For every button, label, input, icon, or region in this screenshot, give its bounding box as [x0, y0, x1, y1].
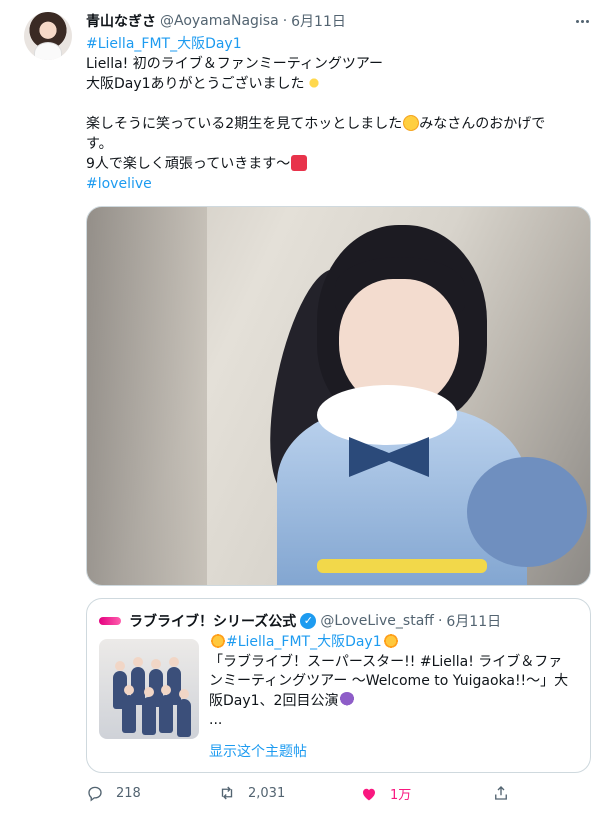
tweet-text: #Liella_FMT_大阪Day1 Liella! 初のライブ＆ファンミーティ… — [86, 34, 590, 194]
tweet-line-text: みなさんのおかげで — [419, 116, 546, 132]
tweet-line-text: 大阪Day1ありがとうございました — [86, 76, 305, 92]
tweet-line: 9人で楽しく頑張っていきます〜 — [86, 154, 590, 174]
hashtag-link[interactable]: #Liella_FMT_大阪Day1 — [226, 634, 382, 650]
share-button[interactable] — [492, 784, 510, 802]
tweet-photo[interactable] — [86, 206, 591, 586]
hashtag-link[interactable]: #Liella_FMT_大阪Day1 — [86, 34, 590, 54]
quoted-line: 阪Day1、2回目公演 — [209, 691, 585, 712]
star-emoji-icon — [210, 633, 226, 649]
octopus-emoji-icon — [339, 691, 356, 708]
avatar[interactable] — [24, 12, 72, 60]
tweet-date[interactable]: 6月11日 — [291, 11, 346, 31]
tweet-line: 楽しそうに笑っている2期生を見てホッとしました みなさんのおかげで — [86, 114, 590, 134]
retweet-icon — [221, 786, 233, 800]
gift-emoji-icon — [291, 155, 308, 171]
lovelive-logo-icon — [99, 617, 121, 625]
quoted-handle: @LoveLive_staff — [320, 613, 434, 629]
tweet-line: す。 — [86, 136, 113, 152]
quoted-line-text: 阪Day1、2回目公演 — [209, 692, 339, 709]
retweet-count: 2,031 — [248, 785, 286, 801]
reply-icon — [88, 786, 102, 802]
smiling-face-emoji-icon — [403, 115, 420, 131]
quoted-line: #Liella_FMT_大阪Day1 — [209, 633, 585, 653]
share-icon — [495, 786, 507, 800]
show-thread-link[interactable]: 显示这个主题帖 — [209, 741, 307, 761]
verified-badge-icon: ✓ — [300, 613, 317, 629]
star-emoji-icon — [382, 633, 399, 649]
quoted-line: 「ラブライブ！スーパースター!! #Liella! ライブ＆ファ — [209, 653, 563, 670]
action-bar: 218 2,031 1万 — [80, 784, 599, 804]
hashtag-link[interactable]: #lovelive — [86, 174, 590, 194]
separator-dot: · — [437, 613, 443, 629]
reply-count: 218 — [116, 785, 141, 801]
more-horizontal-icon[interactable] — [571, 12, 593, 30]
tweet-header: 青山なぎさ @AoyamaNagisa · 6月11日 — [86, 10, 346, 32]
quoted-tweet-header: ラブライブ！シリーズ公式 ✓ @LoveLive_staff · 6月11日 — [99, 611, 501, 631]
quoted-tweet[interactable]: ラブライブ！シリーズ公式 ✓ @LoveLive_staff · 6月11日 #… — [86, 598, 591, 773]
tweet: 青山なぎさ @AoyamaNagisa · 6月11日 #Liella_FMT_… — [0, 0, 599, 816]
heart-icon — [363, 788, 375, 800]
tweet-line: Liella! 初のライブ＆ファンミーティングツアー — [86, 56, 384, 72]
quoted-line: ンミーティングツアー ～Welcome to Yuigaoka!!～」大 — [209, 673, 569, 689]
tweet-line-text: 9人で楽しく頑張っていきます〜 — [86, 156, 291, 172]
tweet-line: 大阪Day1ありがとうございました — [86, 74, 590, 94]
reply-button[interactable]: 218 — [86, 784, 141, 802]
quoted-thumbnail — [99, 639, 199, 739]
quoted-ellipsis: ... — [209, 712, 223, 728]
display-name[interactable]: 青山なぎさ — [86, 11, 156, 31]
quoted-display-name: ラブライブ！シリーズ公式 — [129, 614, 297, 630]
sparkles-emoji-icon — [305, 75, 322, 91]
quoted-date: 6月11日 — [446, 614, 502, 630]
retweet-button[interactable]: 2,031 — [218, 784, 285, 802]
tweet-line-text: 楽しそうに笑っている2期生を見てホッとしました — [86, 116, 403, 132]
quoted-text: #Liella_FMT_大阪Day1 「ラブライブ！スーパースター!! #Lie… — [209, 633, 585, 731]
separator-dot: · — [282, 13, 288, 29]
handle[interactable]: @AoyamaNagisa — [160, 13, 279, 29]
like-button[interactable]: 1万 — [360, 784, 411, 803]
like-count: 1万 — [390, 788, 412, 803]
